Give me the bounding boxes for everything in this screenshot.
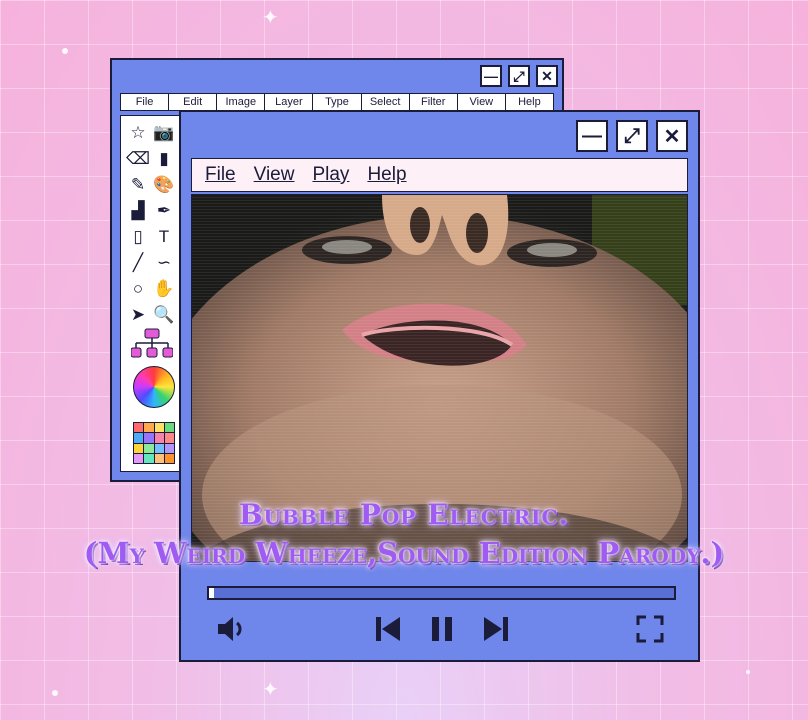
previous-button[interactable] — [369, 612, 407, 646]
palette-swatch[interactable] — [134, 423, 144, 433]
next-button[interactable] — [477, 612, 515, 646]
editor-menu-bar: File Edit Image Layer Type Select Filter… — [120, 93, 554, 111]
pause-button[interactable] — [423, 612, 461, 646]
sparkle-icon: ✦ — [262, 7, 279, 29]
editor-menu-file[interactable]: File — [121, 94, 170, 110]
editor-menu-select[interactable]: Select — [362, 94, 410, 110]
player-minimize-button[interactable]: — — [576, 120, 608, 152]
spray-tool-icon[interactable]: ▯ — [125, 225, 151, 249]
player-menu-file[interactable]: File — [205, 164, 236, 186]
sparkle-icon: ✦ — [262, 679, 279, 701]
eraser-tool-icon[interactable]: ⌫ — [125, 147, 151, 171]
editor-menu-image[interactable]: Image — [217, 94, 266, 110]
palette-swatch[interactable] — [134, 443, 144, 453]
color-palette-grid[interactable] — [133, 422, 175, 464]
palette-swatch[interactable] — [154, 443, 164, 453]
ellipse-tool-icon[interactable]: ○ — [125, 277, 151, 301]
player-close-button[interactable]: ✕ — [656, 120, 688, 152]
media-player-window: — ⤢ ✕ File View Play Help — [179, 110, 700, 662]
star-tool-icon[interactable]: ☆ — [125, 121, 151, 145]
hand-tool-icon[interactable]: ✋ — [151, 277, 177, 301]
palette-swatch[interactable] — [164, 443, 174, 453]
color-wheel-icon[interactable] — [133, 366, 175, 408]
camera-tool-icon[interactable]: 📷 — [151, 121, 177, 145]
editor-menu-view[interactable]: View — [458, 94, 506, 110]
palette-swatch[interactable] — [154, 453, 164, 463]
volume-button[interactable] — [213, 612, 251, 646]
player-maximize-button[interactable]: ⤢ — [616, 120, 648, 152]
editor-toolbox: ☆ 📷 ⌫ ▮ ✎ 🎨 ▟ ✒ ▯ T ╱ ∽ ○ ✋ ➤ 🔍 — [120, 115, 182, 472]
pen-tool-icon[interactable]: ✒ — [151, 199, 177, 223]
seek-bar[interactable] — [207, 586, 676, 600]
player-menu-help[interactable]: Help — [367, 164, 406, 186]
sparkle-dot — [52, 690, 58, 696]
palette-swatch[interactable] — [154, 423, 164, 433]
editor-menu-edit[interactable]: Edit — [169, 94, 218, 110]
editor-menu-filter[interactable]: Filter — [410, 94, 458, 110]
palette-swatch[interactable] — [144, 433, 154, 443]
layers-network-icon[interactable] — [131, 328, 173, 360]
video-title-line-2: (My Weird Wheeze,Sound Edition Parody.) — [83, 536, 725, 570]
pause-icon — [432, 617, 452, 641]
brush-tool-icon[interactable]: ✎ — [125, 173, 151, 197]
editor-close-button[interactable]: ✕ — [536, 65, 558, 87]
palette-swatch[interactable] — [154, 433, 164, 443]
palette-swatch[interactable] — [134, 453, 144, 463]
player-menu-play[interactable]: Play — [312, 164, 349, 186]
fullscreen-icon — [636, 615, 664, 643]
fullscreen-button[interactable] — [631, 612, 669, 646]
palette-swatch[interactable] — [164, 433, 174, 443]
skip-back-icon — [376, 617, 400, 641]
text-tool-icon[interactable]: T — [151, 225, 177, 249]
sparkle-dot — [62, 48, 68, 54]
line-tool-icon[interactable]: ╱ — [125, 251, 151, 275]
bucket-tool-icon[interactable]: ▮ — [151, 147, 177, 171]
editor-menu-help[interactable]: Help — [506, 94, 553, 110]
roller-tool-icon[interactable]: ▟ — [125, 199, 151, 223]
skip-forward-icon — [484, 617, 508, 641]
pointer-tool-icon[interactable]: ➤ — [125, 303, 151, 327]
palette-swatch[interactable] — [144, 423, 154, 433]
palette-tool-icon[interactable]: 🎨 — [151, 173, 177, 197]
player-menu-view[interactable]: View — [254, 164, 295, 186]
player-menu-bar: File View Play Help — [191, 158, 688, 192]
video-title-line-1: Bubble Pop Electric. — [238, 498, 570, 531]
editor-menu-type[interactable]: Type — [313, 94, 362, 110]
palette-swatch[interactable] — [144, 453, 154, 463]
editor-menu-layer[interactable]: Layer — [265, 94, 314, 110]
seek-progress — [209, 588, 214, 598]
sparkle-dot — [746, 670, 750, 674]
palette-swatch[interactable] — [164, 453, 174, 463]
editor-maximize-button[interactable]: ⤢ — [508, 65, 530, 87]
curve-tool-icon[interactable]: ∽ — [151, 251, 177, 275]
volume-icon — [218, 617, 242, 641]
palette-swatch[interactable] — [134, 433, 144, 443]
editor-minimize-button[interactable]: — — [480, 65, 502, 87]
palette-swatch[interactable] — [164, 423, 174, 433]
palette-swatch[interactable] — [144, 443, 154, 453]
zoom-tool-icon[interactable]: 🔍 — [151, 303, 177, 327]
